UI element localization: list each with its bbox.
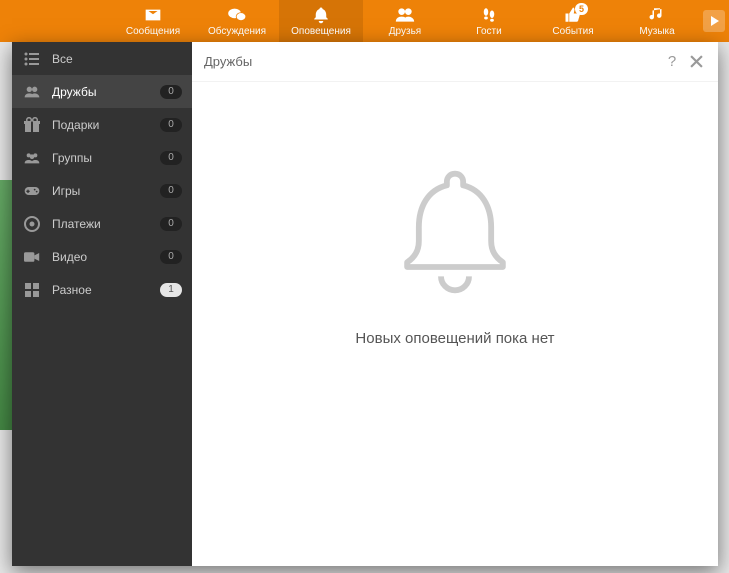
sidebar-item-label: Группы	[52, 151, 148, 165]
sidebar-item-count: 0	[160, 184, 182, 198]
group-icon	[24, 150, 40, 166]
grid-icon	[24, 282, 40, 298]
notifications-modal: ВсеДружбы0Подарки0Группы0Игры0Платежи0Ви…	[12, 42, 718, 566]
sidebar-item-count: 0	[160, 151, 182, 165]
list-icon	[24, 51, 40, 67]
sidebar-item-payments[interactable]: Платежи 0	[12, 207, 192, 240]
sidebar-item-friendship[interactable]: Дружбы 0	[12, 75, 192, 108]
sidebar-item-label: Видео	[52, 250, 148, 264]
notifications-sidebar: ВсеДружбы0Подарки0Группы0Игры0Платежи0Ви…	[12, 42, 192, 566]
sidebar-item-label: Все	[52, 52, 182, 66]
nav-music[interactable]: Музыка	[615, 0, 699, 42]
nav-guests[interactable]: Гости	[447, 0, 531, 42]
top-nav-bar: Сообщения Обсуждения Оповещения Друзья Гости…	[0, 0, 729, 42]
friends-g-icon	[24, 84, 40, 100]
nav-messages[interactable]: Сообщения	[111, 0, 195, 42]
nav-badge: 5	[575, 3, 588, 15]
empty-message: Новых оповещений пока нет	[355, 330, 554, 347]
sidebar-item-count: 0	[160, 118, 182, 132]
gamepad-icon	[24, 183, 40, 199]
nav-friends[interactable]: Друзья	[363, 0, 447, 42]
video-icon	[24, 249, 40, 265]
sidebar-item-label: Разное	[52, 283, 148, 297]
nav-label: Гости	[476, 26, 501, 37]
envelope-icon	[144, 6, 162, 24]
sidebar-item-label: Платежи	[52, 217, 148, 231]
notifications-content: Дружбы ? Новых оповещений пока нет	[192, 42, 718, 566]
sidebar-item-groups[interactable]: Группы 0	[12, 141, 192, 174]
nav-label: События	[552, 26, 593, 37]
bell-icon	[312, 6, 330, 24]
payments-icon	[24, 216, 40, 232]
nav-label: Музыка	[639, 26, 674, 37]
sidebar-item-games[interactable]: Игры 0	[12, 174, 192, 207]
sidebar-item-other[interactable]: Разное 1	[12, 273, 192, 306]
sidebar-item-video[interactable]: Видео 0	[12, 240, 192, 273]
sidebar-item-all[interactable]: Все	[12, 42, 192, 75]
close-icon[interactable]	[686, 52, 706, 72]
sidebar-item-count: 0	[160, 217, 182, 231]
help-icon[interactable]: ?	[662, 52, 682, 72]
nav-label: Обсуждения	[208, 26, 266, 37]
empty-state: Новых оповещений пока нет	[192, 82, 718, 566]
comments-icon	[227, 6, 247, 24]
gift-icon	[24, 117, 40, 133]
content-header: Дружбы ?	[192, 42, 718, 82]
media-play-button[interactable]	[703, 10, 725, 32]
content-title: Дружбы	[204, 54, 658, 69]
nav-notifications[interactable]: Оповещения	[279, 0, 363, 42]
bell-icon	[385, 162, 525, 302]
sidebar-item-label: Игры	[52, 184, 148, 198]
sidebar-item-count: 0	[160, 250, 182, 264]
sidebar-item-count: 1	[160, 283, 182, 297]
friends-icon	[395, 6, 415, 24]
sidebar-item-gifts[interactable]: Подарки 0	[12, 108, 192, 141]
background-photo-strip	[0, 180, 12, 430]
music-icon	[648, 6, 666, 24]
sidebar-item-label: Дружбы	[52, 85, 148, 99]
nav-discussions[interactable]: Обсуждения	[195, 0, 279, 42]
footprints-icon	[480, 6, 498, 24]
sidebar-item-label: Подарки	[52, 118, 148, 132]
nav-label: Сообщения	[126, 26, 180, 37]
nav-label: Оповещения	[291, 26, 351, 37]
nav-label: Друзья	[389, 26, 421, 37]
sidebar-item-count: 0	[160, 85, 182, 99]
nav-events[interactable]: События 5	[531, 0, 615, 42]
